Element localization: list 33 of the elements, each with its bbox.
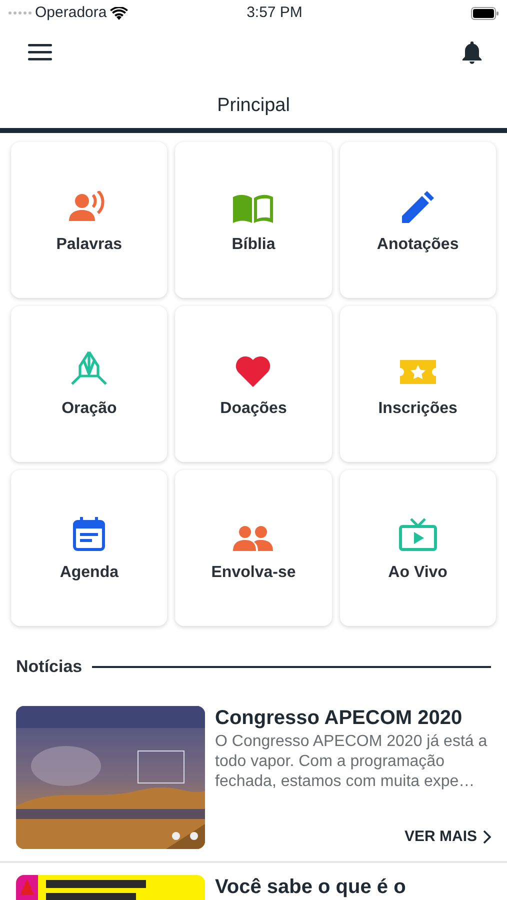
menu-tile[interactable]: Envolva-se bbox=[175, 470, 332, 626]
praying-hands-icon bbox=[70, 349, 108, 387]
ticket-icon bbox=[400, 357, 436, 387]
carrier-name: Operadora bbox=[35, 2, 107, 23]
news-title: Você sabe o que é o bbox=[215, 874, 407, 898]
wifi-icon bbox=[110, 6, 128, 20]
news-title: Congresso APECOM 2020 bbox=[215, 706, 464, 730]
menu-tile[interactable]: Bíblia bbox=[175, 142, 332, 298]
menu-tile[interactable]: Oração bbox=[11, 306, 168, 462]
news-item[interactable]: Congresso APECOM 2020 O Congresso APECOM 2020 já está a todo vapor. Com a programação fechada, estamos com muita expe… VER MAIS bbox=[0, 706, 507, 848]
news-summary: O Congresso APECOM 2020 já está a todo vapor. Com a programação fechada, estamos com muita expe… bbox=[215, 732, 488, 792]
signal-icon bbox=[8, 11, 32, 15]
menu-tile[interactable]: Anotações bbox=[340, 142, 496, 298]
menu-tile[interactable]: Palavras bbox=[11, 142, 168, 298]
section-title: Notícias bbox=[16, 656, 82, 678]
menu-button[interactable] bbox=[28, 43, 52, 61]
see-more-link[interactable]: VER MAIS bbox=[404, 826, 491, 848]
menu-tile[interactable]: Inscrições bbox=[340, 306, 496, 462]
menu-tile[interactable]: Agenda bbox=[11, 470, 168, 626]
chevron-icon bbox=[483, 830, 491, 844]
news-item[interactable]: Você sabe o que é o bbox=[0, 874, 507, 900]
menu-tile[interactable]: Ao Vivo bbox=[340, 470, 496, 626]
status-time: 3:57 PM bbox=[246, 2, 302, 23]
tab[interactable]: Principal bbox=[0, 78, 507, 133]
tv-icon bbox=[398, 517, 437, 551]
heart-icon bbox=[235, 355, 272, 387]
people-icon bbox=[233, 525, 274, 551]
calendar-icon bbox=[73, 517, 106, 551]
pencil-icon bbox=[402, 191, 434, 223]
book-icon bbox=[233, 193, 274, 223]
menu-tile[interactable]: Doações bbox=[175, 306, 332, 462]
notification-button[interactable] bbox=[461, 40, 483, 64]
battery-icon bbox=[471, 6, 499, 20]
